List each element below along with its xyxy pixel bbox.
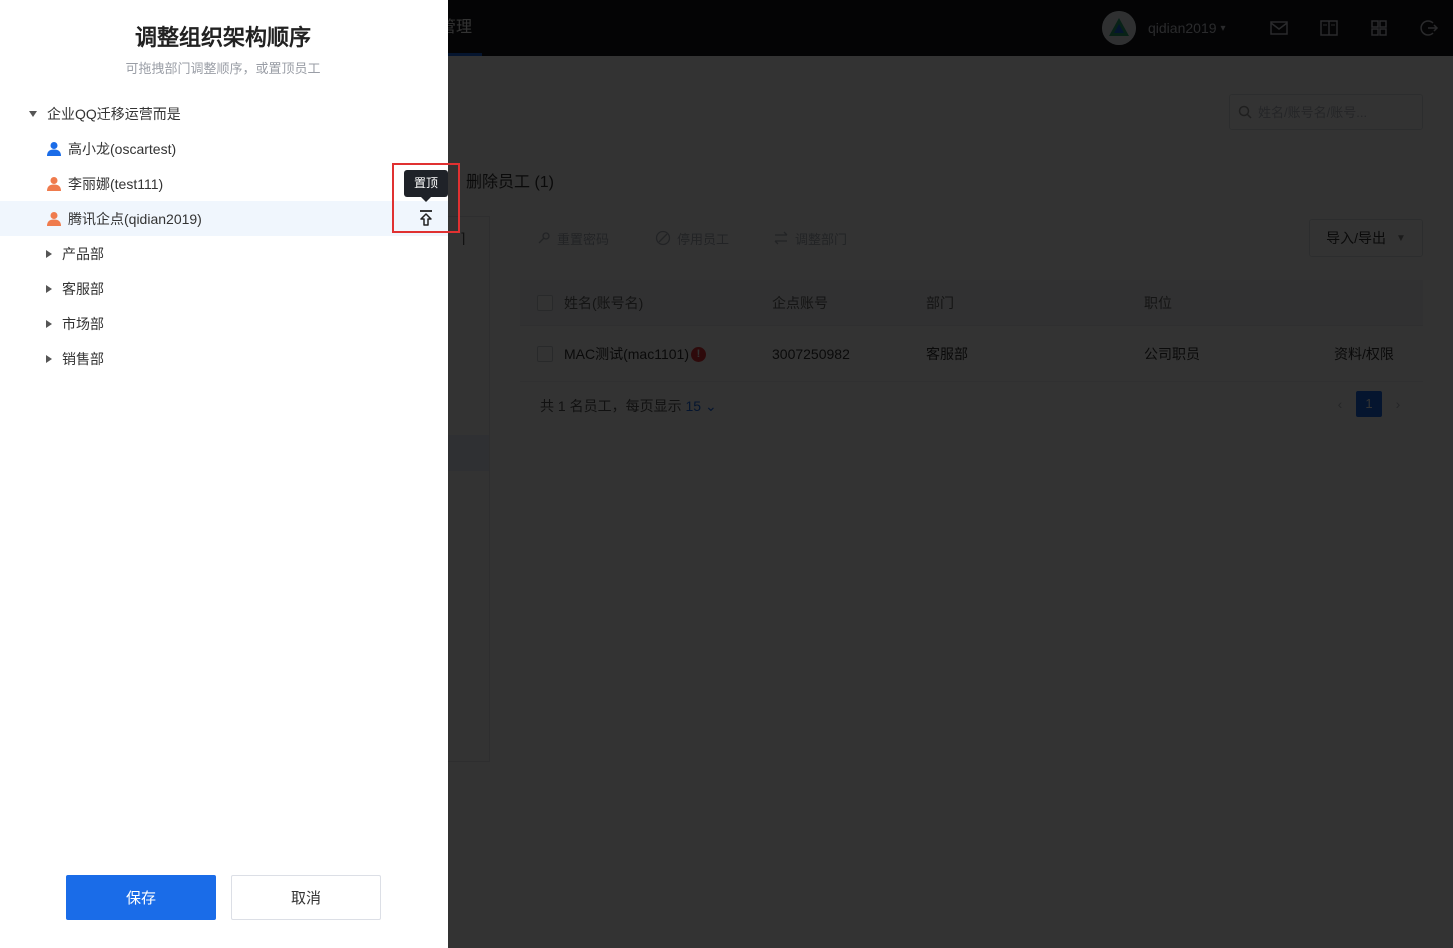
employee-table: 姓名(账号名) 企点账号 部门 职位 MAC测试(mac1101)! 30072… [520, 280, 1423, 382]
profile-permission-link[interactable]: 资料/权限 [1334, 344, 1394, 364]
search-input[interactable] [1258, 104, 1408, 120]
disable-employee-label: 停用员工 [677, 231, 730, 247]
department-label: 销售部 [62, 350, 104, 367]
tree-department[interactable]: 客服部 [0, 271, 448, 306]
tree-member[interactable]: 李丽娜(test111) [0, 166, 448, 201]
person-icon [47, 141, 61, 156]
col-position: 职位 [1144, 294, 1172, 311]
tree-member-hovered[interactable]: 腾讯企点(qidian2019) [0, 201, 448, 236]
next-page-icon[interactable]: › [1388, 396, 1408, 412]
tree-member[interactable]: 高小龙(oscartest) [0, 131, 448, 166]
drawer-subtitle: 可拖拽部门调整顺序，或置顶员工 [125, 61, 321, 76]
search-icon [1238, 105, 1252, 119]
chevron-down-icon: ▾ [1220, 22, 1226, 34]
book-icon[interactable] [1318, 17, 1340, 39]
select-all-checkbox[interactable] [537, 294, 553, 311]
department-panel: ⌉ [448, 216, 490, 762]
import-export-label: 导入/导出 [1326, 230, 1386, 246]
table-footer: 共 1 名员工，每页显示 15 ⌄ [540, 396, 717, 416]
total-text: 共 1 名员工，每页显示 [540, 398, 682, 414]
row-checkbox[interactable] [537, 345, 553, 362]
page-number[interactable]: 1 [1356, 391, 1382, 417]
tree-department[interactable]: 市场部 [0, 306, 448, 341]
col-department: 部门 [926, 294, 954, 311]
warning-icon: ! [691, 347, 706, 363]
person-icon [47, 176, 61, 191]
col-account: 企点账号 [772, 294, 828, 311]
page-size-select[interactable]: 15 ⌄ [685, 398, 716, 414]
drawer-title: 调整组织架构顺序 [134, 25, 311, 50]
department-label: 市场部 [62, 315, 104, 332]
move-department-label: 调整部门 [795, 231, 848, 247]
mail-icon[interactable] [1268, 17, 1290, 39]
page-size-value: 15 [685, 398, 702, 414]
member-label: 李丽娜(test111) [68, 175, 164, 192]
avatar [1102, 11, 1136, 45]
caret-right-icon[interactable] [46, 249, 52, 258]
tree-department[interactable]: 产品部 [0, 236, 448, 271]
pin-to-top-icon[interactable] [418, 209, 434, 227]
member-label: 腾讯企点(qidian2019) [68, 210, 202, 227]
table-header: 姓名(账号名) 企点账号 部门 职位 [520, 280, 1423, 326]
cancel-button[interactable]: 取消 [231, 875, 381, 920]
department-selected[interactable] [448, 435, 489, 471]
tree-root[interactable]: 企业QQ迁移运营而是 [0, 96, 448, 131]
org-order-drawer: 调整组织架构顺序 可拖拽部门调整顺序，或置顶员工 企业QQ迁移运营而是 高小龙(… [0, 0, 448, 948]
reset-password-label: 重置密码 [557, 231, 610, 247]
pin-top-tooltip: 置顶 [404, 170, 448, 202]
member-label: 高小龙(oscartest) [68, 140, 177, 157]
ban-icon [655, 230, 671, 246]
move-department-button[interactable]: 调整部门 [773, 228, 847, 248]
user-menu[interactable]: qidian2019 ▾ [1102, 11, 1226, 45]
logout-icon[interactable] [1418, 17, 1440, 39]
panel-corner-icon: ⌉ [460, 230, 466, 246]
caret-right-icon[interactable] [46, 354, 52, 363]
row-department: 客服部 [926, 345, 968, 362]
disable-employee-button[interactable]: 停用员工 [655, 228, 729, 248]
tab-deleted-employees[interactable]: 删除员工 (1) [466, 168, 554, 192]
col-name: 姓名(账号名) [564, 294, 644, 311]
swap-icon [774, 231, 788, 245]
chevron-down-icon: ▼ [1395, 232, 1406, 244]
tree-department[interactable]: 销售部 [0, 341, 448, 376]
table-row[interactable]: MAC测试(mac1101)! 3007250982 客服部 公司职员 资料/权… [520, 326, 1423, 382]
caret-right-icon[interactable] [46, 284, 52, 293]
chevron-down-icon: ⌄ [704, 398, 717, 414]
user-name: qidian2019 [1148, 20, 1217, 36]
caret-right-icon[interactable] [46, 319, 52, 328]
row-name-text: MAC测试(mac1101) [564, 345, 689, 362]
row-account: 3007250982 [772, 345, 850, 362]
person-icon [47, 211, 61, 226]
grid-icon[interactable] [1368, 17, 1390, 39]
row-position: 公司职员 [1144, 345, 1200, 362]
reset-password-button[interactable]: 重置密码 [537, 228, 609, 248]
pagination: ‹ 1 › [1330, 391, 1408, 417]
department-label: 客服部 [62, 280, 104, 297]
search-box[interactable] [1229, 94, 1423, 130]
key-icon [538, 232, 550, 244]
import-export-button[interactable]: 导入/导出 ▼ [1309, 219, 1423, 257]
department-label: 产品部 [62, 245, 104, 262]
prev-page-icon[interactable]: ‹ [1330, 396, 1350, 412]
save-button[interactable]: 保存 [66, 875, 216, 920]
row-name: MAC测试(mac1101)! [564, 344, 706, 364]
caret-down-icon[interactable] [29, 110, 37, 117]
tree-root-label: 企业QQ迁移运营而是 [47, 105, 181, 122]
